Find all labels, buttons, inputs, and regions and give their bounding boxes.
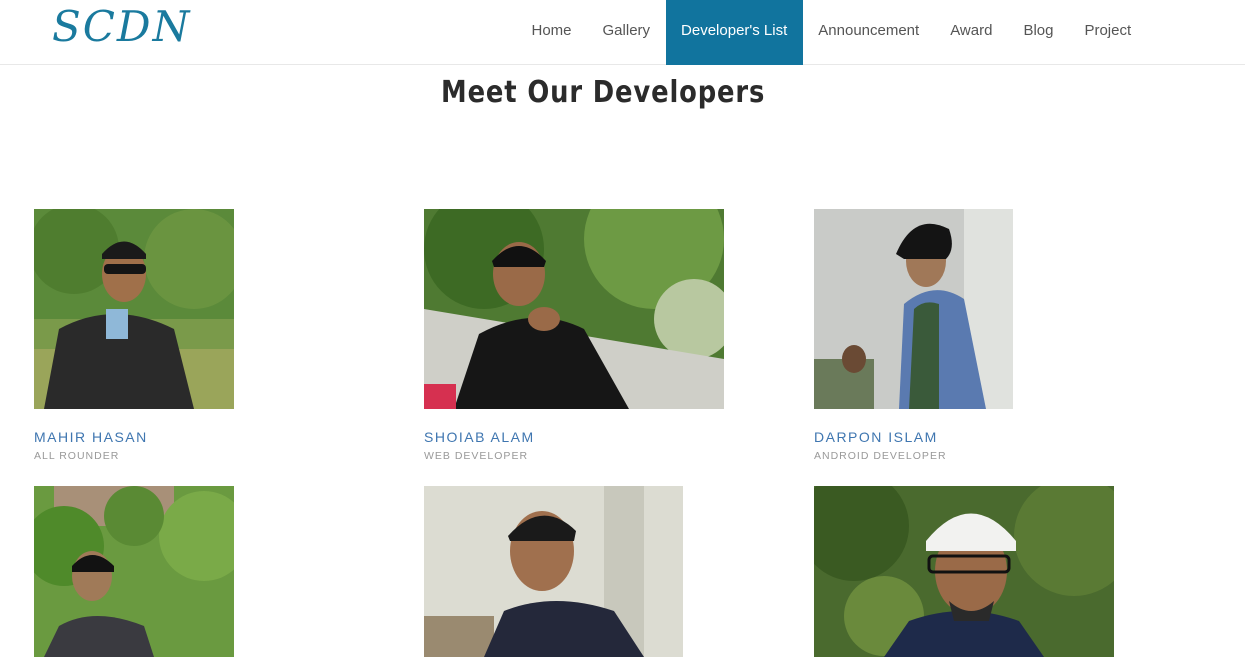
page-title: Meet Our Developers — [441, 75, 766, 110]
developer-role: ALL ROUNDER — [34, 450, 120, 462]
developer-name[interactable]: SHOIAB ALAM — [424, 429, 535, 445]
nav-project[interactable]: Project — [1069, 0, 1147, 65]
nav-blog[interactable]: Blog — [1008, 0, 1069, 65]
developer-photo[interactable] — [814, 486, 1114, 657]
developer-role: ANDROID DEVELOPER — [814, 450, 947, 462]
developer-name[interactable]: DARPON ISLAM — [814, 429, 938, 445]
site-logo[interactable]: SCDN — [52, 2, 191, 51]
developer-photo[interactable] — [814, 209, 1013, 409]
developer-photo[interactable] — [424, 209, 724, 409]
nav-announcement[interactable]: Announcement — [803, 0, 935, 65]
developer-role: WEB DEVELOPER — [424, 450, 529, 462]
main-nav: Home Gallery Developer's List Announceme… — [516, 0, 1147, 65]
navbar: SCDN Home Gallery Developer's List Annou… — [0, 0, 1245, 65]
developer-name[interactable]: MAHIR HASAN — [34, 429, 148, 445]
developer-photo[interactable] — [34, 486, 234, 657]
nav-award[interactable]: Award — [935, 0, 1008, 65]
nav-developers-list[interactable]: Developer's List — [665, 0, 803, 65]
developer-photo[interactable] — [34, 209, 234, 409]
nav-home[interactable]: Home — [516, 0, 587, 65]
nav-gallery[interactable]: Gallery — [587, 0, 666, 65]
developer-photo[interactable] — [424, 486, 683, 657]
